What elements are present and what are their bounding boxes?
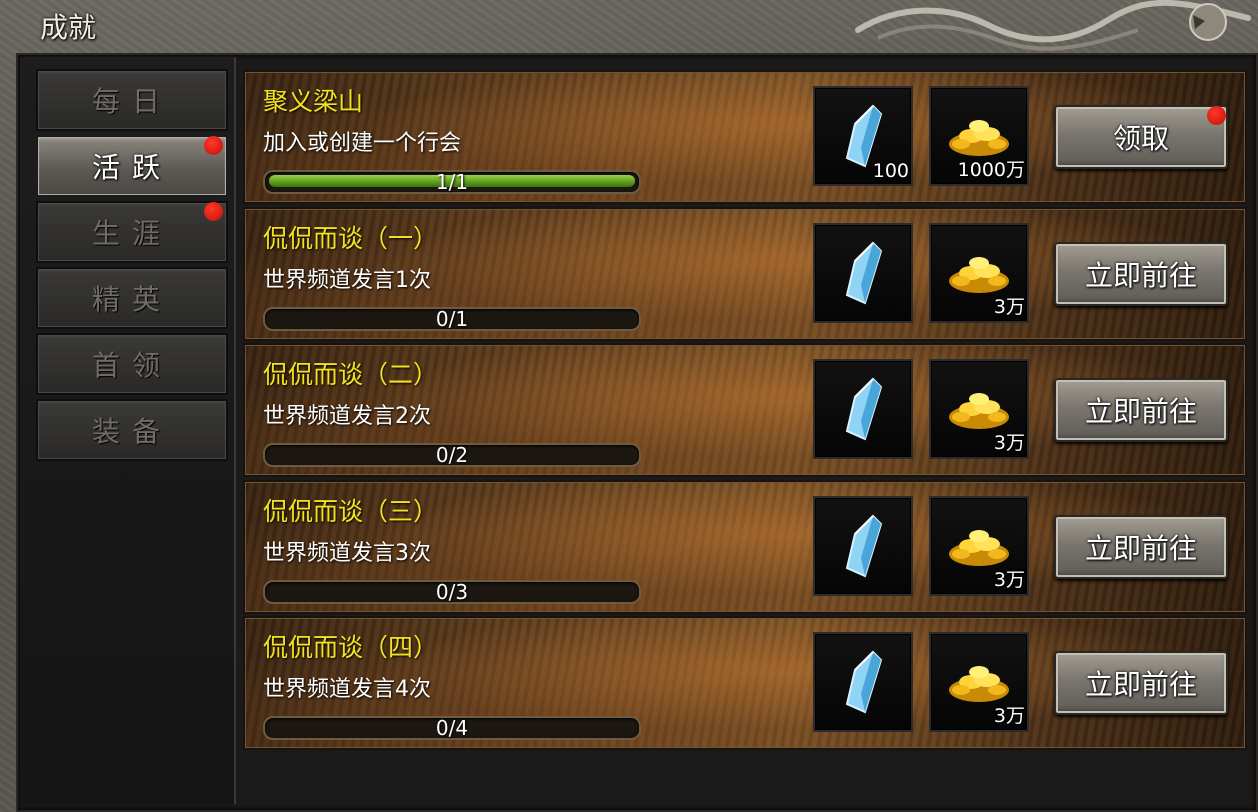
claim-button[interactable]: 领取 [1054,105,1228,169]
sidebar-item-label: 活跃 [91,151,172,184]
go-now-button[interactable]: 立即前往 [1054,515,1228,579]
reward-count: 100 [872,160,909,182]
sidebar-item-label: 装备 [91,415,172,448]
reward-slot[interactable]: 3万 [929,359,1029,459]
notification-badge [204,136,223,155]
progress-bar: 0/4 [263,716,641,740]
progress-text: 0/3 [435,580,469,604]
crystal-icon [845,241,883,305]
sidebar-item-label: 精英 [91,283,172,316]
go-now-button[interactable]: 立即前往 [1054,242,1228,306]
crystal-icon [845,377,883,441]
reward-slot[interactable]: 3万 [929,496,1029,596]
achievement-title: 聚义梁山 [263,87,364,116]
achievement-row: 侃侃而谈（一） 世界频道发言1次 0/1 3万 立即前往 [243,207,1247,341]
progress-text: 0/4 [435,716,469,740]
reward-slot[interactable] [813,496,913,596]
crystal-icon [845,514,883,578]
go-now-button[interactable]: 立即前往 [1054,378,1228,442]
sidebar-item-label: 每日 [91,85,172,118]
achievement-title: 侃侃而谈（一） [263,224,439,253]
progress-bar: 0/2 [263,443,641,467]
progress-bar: 0/1 [263,307,641,331]
reward-count: 3万 [993,705,1025,727]
reward-count: 3万 [993,569,1025,591]
go-now-button[interactable]: 立即前往 [1054,651,1228,715]
achievement-title: 侃侃而谈（二） [263,360,439,389]
window-title: 成就 [40,11,97,44]
achievement-desc: 世界频道发言4次 [263,677,431,702]
sidebar-item-active[interactable]: 活跃 [36,135,228,197]
sidebar-item-boss[interactable]: 首领 [36,333,228,395]
achievement-desc: 加入或创建一个行会 [263,131,462,156]
notification-badge [204,202,223,221]
dragon-ornament-icon [855,0,1251,51]
achievement-title: 侃侃而谈（四） [263,633,439,662]
progress-bar: 1/1 [263,170,641,194]
reward-slot[interactable]: 100 [813,86,913,186]
sidebar-item-label: 首领 [91,349,172,382]
achievement-row: 聚义梁山 加入或创建一个行会 1/1 100 1000万 领取 [243,70,1247,204]
sidebar-item-equipment[interactable]: 装备 [36,399,228,461]
sidebar-item-elite[interactable]: 精英 [36,267,228,329]
reward-slot[interactable]: 1000万 [929,86,1029,186]
reward-count: 3万 [993,296,1025,318]
progress-text: 1/1 [435,170,469,194]
sidebar-item-label: 生涯 [91,217,172,250]
reward-slot[interactable] [813,632,913,732]
notification-badge [1207,106,1226,125]
crystal-icon [845,650,883,714]
achievement-desc: 世界频道发言2次 [263,404,431,429]
reward-slot[interactable]: 3万 [929,632,1029,732]
achievement-row: 侃侃而谈（二） 世界频道发言2次 0/2 3万 立即前往 [243,343,1247,477]
reward-count: 3万 [993,432,1025,454]
achievement-desc: 世界频道发言3次 [263,541,431,566]
sidebar-item-career[interactable]: 生涯 [36,201,228,263]
reward-slot[interactable] [813,223,913,323]
reward-count: 1000万 [957,159,1025,181]
progress-text: 0/1 [435,307,469,331]
progress-text: 0/2 [435,443,469,467]
reward-slot[interactable]: 3万 [929,223,1029,323]
progress-bar: 0/3 [263,580,641,604]
achievement-desc: 世界频道发言1次 [263,268,431,293]
achievement-row: 侃侃而谈（三） 世界频道发言3次 0/3 3万 立即前往 [243,480,1247,614]
achievement-title: 侃侃而谈（三） [263,497,439,526]
achievement-row: 侃侃而谈（四） 世界频道发言4次 0/4 3万 立即前往 [243,616,1247,750]
sidebar-item-daily[interactable]: 每日 [36,69,228,131]
category-sidebar: 每日 活跃 生涯 精英 首领 装备 [20,57,236,804]
reward-slot[interactable] [813,359,913,459]
